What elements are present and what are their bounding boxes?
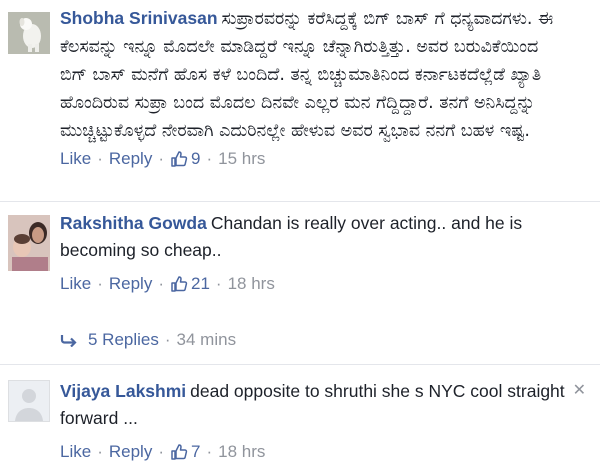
like-count-value: 7 bbox=[191, 442, 201, 461]
replies-count-link[interactable]: 5 Replies bbox=[88, 330, 159, 350]
timestamp[interactable]: 15 hrs bbox=[218, 149, 265, 169]
reply-link[interactable]: Reply bbox=[109, 149, 152, 169]
default-avatar-icon bbox=[9, 381, 49, 421]
comment-body: ಸುಪ್ರಾರವರನ್ನು ಕರೆಸಿದ್ದಕ್ಕೆ ಬಿಗ್ ಬಾಸ್ ಗೆ … bbox=[60, 9, 554, 141]
reply-link[interactable]: Reply bbox=[109, 442, 152, 462]
comment-text: Shobha Srinivasan ಸುಪ್ರಾರವರನ್ನು ಕರೆಸಿದ್ದಕ… bbox=[60, 5, 566, 145]
comment-actions: Like · Reply · 7 · 18 hrs bbox=[60, 442, 566, 462]
close-icon[interactable]: ✕ bbox=[573, 380, 586, 400]
separator: · bbox=[158, 149, 164, 168]
separator: · bbox=[158, 274, 164, 293]
separator: · bbox=[158, 442, 164, 461]
separator: · bbox=[97, 274, 103, 293]
like-link[interactable]: Like bbox=[60, 274, 91, 294]
like-link[interactable]: Like bbox=[60, 442, 91, 462]
comment-shobha: Shobha Srinivasan ಸುಪ್ರಾರವರನ್ನು ಕರೆಸಿದ್ದಕ… bbox=[0, 0, 600, 200]
timestamp[interactable]: 18 hrs bbox=[228, 274, 275, 294]
avatar[interactable] bbox=[8, 12, 50, 54]
separator: · bbox=[97, 442, 103, 461]
separator: · bbox=[206, 442, 213, 461]
avatar[interactable] bbox=[8, 380, 50, 422]
comment-actions: Like · Reply · 21 · 18 hrs bbox=[60, 274, 566, 294]
like-count[interactable]: 21 bbox=[170, 274, 210, 294]
thumbs-up-icon bbox=[171, 151, 188, 167]
thumbs-up-icon bbox=[171, 444, 188, 460]
thumbs-up-icon bbox=[171, 276, 188, 292]
replies-timestamp: 34 mins bbox=[176, 330, 237, 349]
reply-arrow-icon bbox=[60, 335, 77, 347]
comment-vijaya: Vijaya Lakshmi dead opposite to shruthi s… bbox=[0, 365, 600, 461]
reply-link[interactable]: Reply bbox=[109, 274, 152, 294]
like-count[interactable]: 7 bbox=[170, 442, 200, 462]
separator: · bbox=[97, 149, 103, 168]
comment-author[interactable]: Shobha Srinivasan bbox=[60, 8, 218, 28]
timestamp[interactable]: 18 hrs bbox=[218, 442, 265, 462]
separator: · bbox=[164, 330, 171, 349]
view-replies[interactable]: 5 Replies · 34 mins bbox=[60, 330, 236, 350]
comment-actions: Like · Reply · 9 · 15 hrs bbox=[60, 149, 566, 169]
comment-author[interactable]: Vijaya Lakshmi bbox=[60, 381, 186, 401]
separator: · bbox=[206, 149, 213, 168]
like-count-value: 9 bbox=[191, 149, 201, 168]
comment-text: Rakshitha Gowda Chandan is really over ac… bbox=[60, 210, 566, 264]
avatar-photo-image bbox=[8, 215, 50, 271]
comment-text: Vijaya Lakshmi dead opposite to shruthi s… bbox=[60, 378, 566, 432]
avatar-dog-image bbox=[8, 12, 50, 54]
like-count[interactable]: 9 bbox=[170, 149, 200, 169]
like-link[interactable]: Like bbox=[60, 149, 91, 169]
comment-author[interactable]: Rakshitha Gowda bbox=[60, 213, 207, 233]
separator: · bbox=[215, 274, 222, 293]
avatar[interactable] bbox=[8, 215, 50, 271]
like-count-value: 21 bbox=[191, 274, 210, 293]
